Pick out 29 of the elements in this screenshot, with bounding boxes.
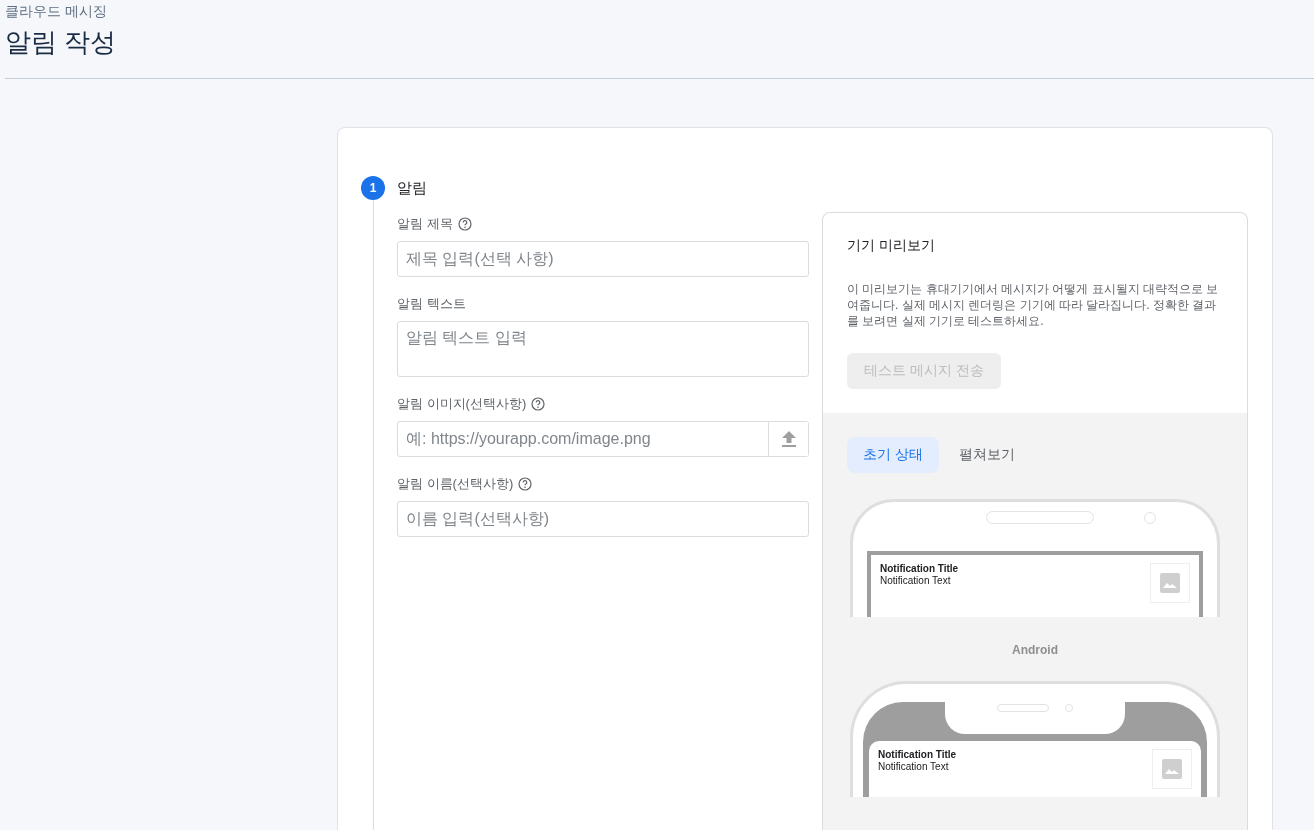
field-label: 알림 제목 [397, 215, 453, 233]
field-label: 알림 텍스트 [397, 295, 466, 313]
preview-tab[interactable]: 펼쳐보기 [942, 437, 1031, 473]
upload-icon [781, 431, 796, 447]
field-label: 알림 이미지(선택사항) [397, 395, 527, 413]
preview-tab[interactable]: 초기 상태 [847, 437, 939, 473]
image-icon [1162, 759, 1182, 779]
help-icon[interactable] [531, 397, 546, 411]
text-input[interactable]: 제목 입력(선택 사항) [397, 241, 809, 277]
help-icon[interactable] [457, 217, 472, 231]
image-icon [1160, 573, 1180, 593]
preview-title: 기기 미리보기 [847, 237, 935, 255]
preview-description: 이 미리보기는 휴대기기에서 메시지가 어떻게 표시될지 대략적으로 보여줍니다. 실제 메시지 렌더링은 기기에 따라 달라집니다. 정확한 결과를 보려면 실제 기기로 테스트하세요. [847, 281, 1220, 329]
notification-text: Notification Text [878, 761, 950, 772]
step-number: 1 [361, 176, 385, 200]
device-label: Android [1012, 643, 1058, 657]
upload-button[interactable] [768, 422, 808, 456]
notification-title: Notification Title [878, 749, 957, 760]
step-title: 알림 [397, 178, 427, 198]
notification-text: Notification Text [880, 575, 952, 586]
url-input[interactable]: 예: https://yourapp.com/image.png [398, 422, 768, 456]
text-input[interactable]: 이름 입력(선택사항) [397, 501, 809, 537]
page-title: 알림 작성 [5, 26, 118, 58]
text-area[interactable]: 알림 텍스트 입력 [397, 321, 809, 377]
notification-title: Notification Title [880, 563, 959, 574]
url-field[interactable]: 예: https://yourapp.com/image.png [397, 421, 809, 457]
help-icon[interactable] [518, 477, 533, 491]
breadcrumb[interactable]: 클라우드 메시징 [5, 2, 1309, 20]
field-label: 알림 이름(선택사항) [397, 475, 514, 493]
